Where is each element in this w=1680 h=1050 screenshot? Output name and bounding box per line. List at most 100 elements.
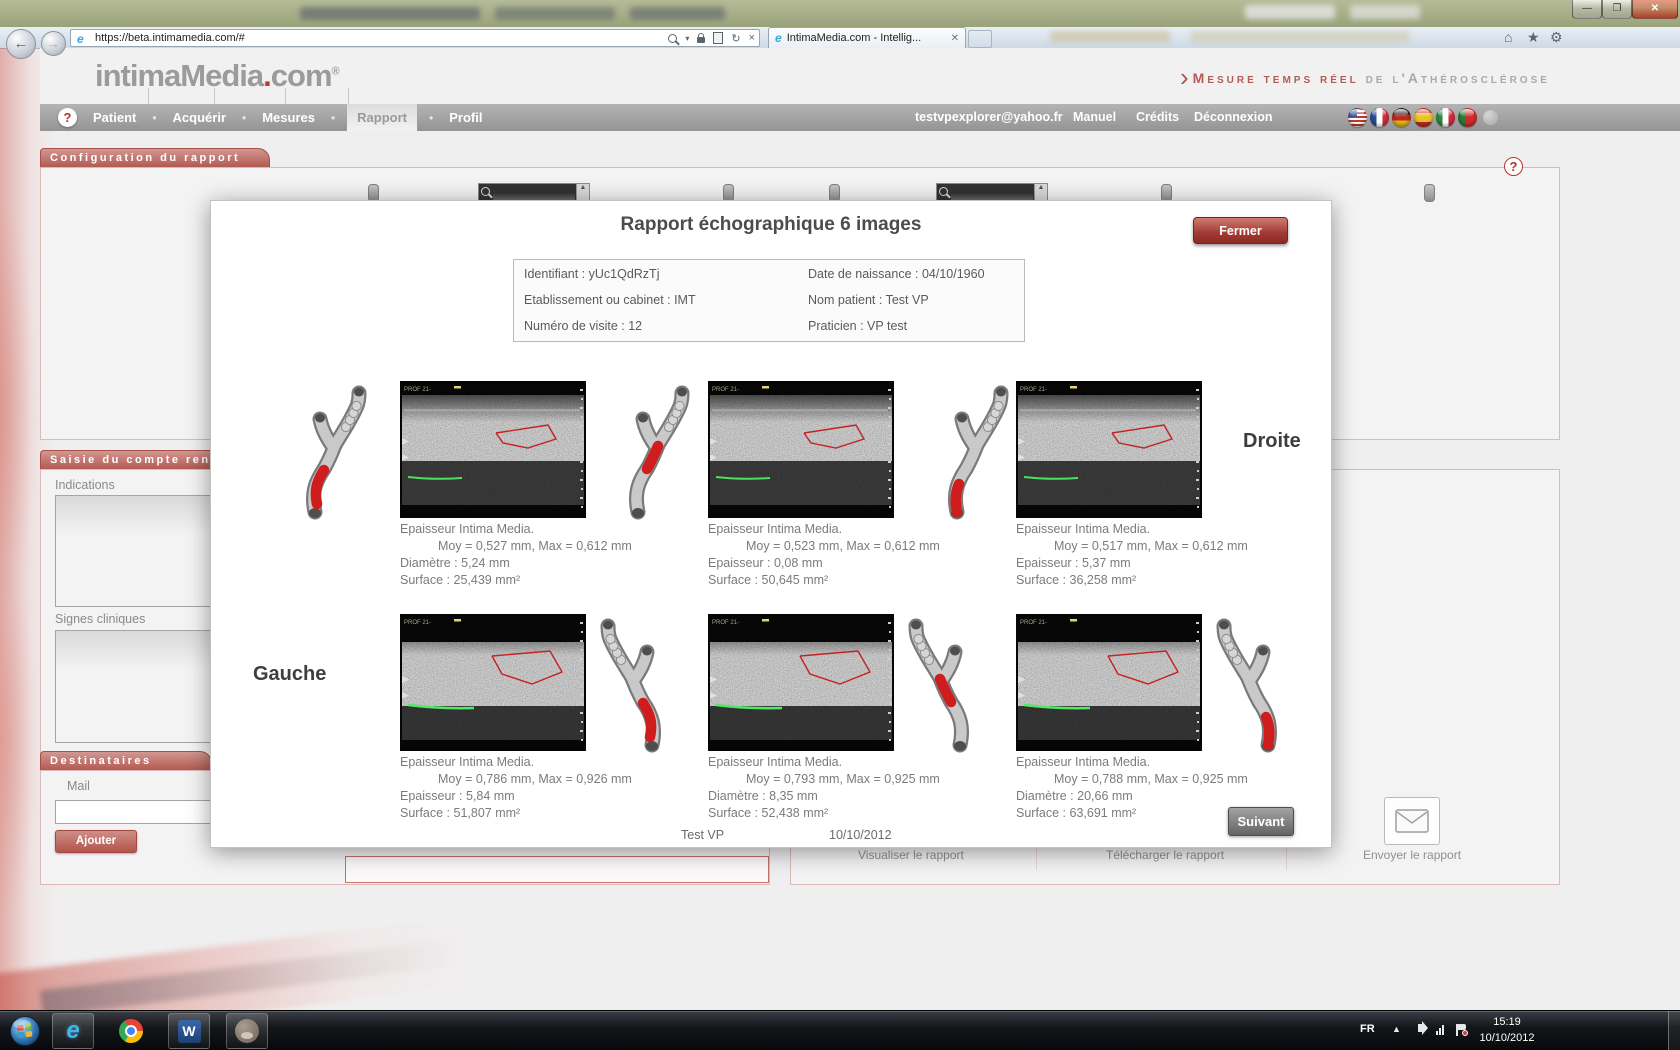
- indications-label: Indications: [55, 478, 115, 492]
- globe-icon[interactable]: [1483, 110, 1498, 125]
- url-text[interactable]: https://beta.intimamedia.com/#: [95, 32, 245, 44]
- measurement-surface: Surface : 50,645 mm²: [708, 572, 928, 589]
- favorites-star-icon[interactable]: ★: [1527, 30, 1540, 45]
- measurement-surface: Surface : 25,439 mm²: [400, 572, 620, 589]
- recipients-list-box[interactable]: [345, 856, 769, 883]
- magnifier-icon[interactable]: [939, 187, 948, 196]
- app-logo: intimaMedia.com®: [95, 58, 339, 94]
- browser-tab[interactable]: e IntimaMedia.com - Intellig... ✕: [768, 27, 966, 48]
- visualiser-rapport-action[interactable]: Visualiser le rapport: [858, 848, 964, 862]
- measurement-surface: Surface : 52,438 mm²: [708, 805, 928, 822]
- nav-tick: [285, 88, 286, 104]
- signes-cliniques-label: Signes cliniques: [55, 612, 145, 626]
- language-indicator[interactable]: FR: [1360, 1023, 1375, 1035]
- ultrasound-image[interactable]: [708, 614, 894, 751]
- nav-item-profil[interactable]: Profil: [445, 104, 486, 131]
- ultrasound-image[interactable]: [400, 614, 586, 751]
- search-icon[interactable]: [668, 34, 677, 43]
- measurement-title: Epaisseur Intima Media.: [708, 754, 928, 771]
- measurement-surface: Surface : 51,807 mm²: [400, 805, 620, 822]
- flag-it-icon[interactable]: [1436, 108, 1455, 127]
- envoyer-rapport-action[interactable]: Envoyer le rapport: [1363, 848, 1461, 862]
- restore-button[interactable]: ❐: [1602, 0, 1632, 19]
- nav-item-patient[interactable]: Patient: [89, 104, 140, 131]
- flag-fr-icon[interactable]: [1370, 108, 1389, 127]
- measurement-block: Epaisseur Intima Media. Moy = 0,788 mm, …: [1016, 754, 1236, 822]
- telecharger-rapport-action[interactable]: Télécharger le rapport: [1106, 848, 1224, 862]
- tab-close-icon[interactable]: ✕: [951, 33, 959, 44]
- home-icon[interactable]: ⌂: [1504, 30, 1512, 45]
- nav-item-credits[interactable]: Crédits: [1136, 104, 1179, 131]
- flag-pt-icon[interactable]: [1458, 108, 1477, 127]
- measurement-moy-max: Moy = 0,527 mm, Max = 0,612 mm: [400, 538, 620, 555]
- nav-item-manuel[interactable]: Manuel: [1073, 104, 1116, 131]
- tray-expand-icon[interactable]: ▲: [1392, 1024, 1401, 1034]
- taskbar: e W FR ▲ 15:19 10/10/2012: [0, 1010, 1680, 1050]
- flag-de-icon[interactable]: [1392, 108, 1411, 127]
- envoyer-rapport-button[interactable]: [1384, 797, 1440, 845]
- blurred-background-window: [1350, 5, 1420, 19]
- measurement-dim: Diamètre : 8,35 mm: [708, 788, 928, 805]
- modal-title: Rapport échographique 6 images: [211, 214, 1331, 236]
- forward-button[interactable]: →: [41, 31, 66, 56]
- flag-es-icon[interactable]: [1414, 108, 1433, 127]
- start-button[interactable]: [4, 1013, 46, 1049]
- magnifier-icon[interactable]: [481, 187, 490, 196]
- logo-tld: com: [271, 58, 332, 93]
- window-titlebar: — ❐ ✕: [0, 0, 1680, 27]
- taskbar-gimp-icon[interactable]: [226, 1013, 268, 1049]
- show-desktop-button[interactable]: [1668, 1011, 1680, 1050]
- nav-item-deconnexion[interactable]: Déconnexion: [1194, 104, 1273, 131]
- blurred-background-title: [630, 7, 725, 20]
- ultrasound-image[interactable]: [1016, 614, 1202, 751]
- tab-title[interactable]: IntimaMedia.com - Intellig...: [787, 32, 946, 44]
- page-help-icon[interactable]: ?: [1504, 157, 1523, 176]
- volume-icon[interactable]: [1412, 1024, 1423, 1032]
- ultrasound-image[interactable]: [708, 381, 894, 518]
- taskbar-ie-icon[interactable]: e: [52, 1013, 94, 1049]
- tools-gear-icon[interactable]: ⚙: [1550, 30, 1563, 45]
- network-icon[interactable]: [1436, 1025, 1444, 1035]
- suivant-button[interactable]: Suivant: [1228, 807, 1294, 836]
- measurement-block: Epaisseur Intima Media. Moy = 0,786 mm, …: [400, 754, 620, 822]
- taskbar-word-icon[interactable]: W: [168, 1013, 210, 1049]
- nav-item-mesures[interactable]: Mesures: [258, 104, 319, 131]
- ajouter-button[interactable]: Ajouter: [55, 830, 137, 853]
- nav-item-rapport[interactable]: Rapport: [347, 104, 417, 131]
- search-dropdown-icon[interactable]: ▾: [685, 34, 689, 43]
- probe-icon[interactable]: [1424, 184, 1435, 202]
- ultrasound-image[interactable]: [400, 381, 586, 518]
- close-button[interactable]: ✕: [1632, 0, 1678, 19]
- user-email: testvpexplorer@yahoo.fr: [915, 104, 1063, 131]
- artery-diagram: [943, 382, 1009, 520]
- blurred-background-menu: [1190, 31, 1410, 43]
- back-button[interactable]: ←: [6, 29, 36, 59]
- flag-us-icon[interactable]: [1348, 108, 1367, 127]
- tagline-red: Mesure temps réel: [1193, 70, 1359, 86]
- measurement-moy-max: Moy = 0,786 mm, Max = 0,926 mm: [400, 771, 620, 788]
- main-nav: ? Patient • Acquérir • Mesures • Rapport…: [40, 104, 1680, 131]
- refresh-icon[interactable]: ↻: [731, 32, 740, 45]
- address-bar[interactable]: e https://beta.intimamedia.com/# ▾ ↻ ×: [70, 29, 760, 47]
- measurement-dim: Epaisseur : 0,08 mm: [708, 555, 928, 572]
- compatibility-view-icon[interactable]: [713, 32, 723, 44]
- artery-diagram: [301, 382, 367, 520]
- artery-diagram: [600, 615, 666, 753]
- patient-etablissement: Etablissement ou cabinet : IMT: [524, 293, 696, 307]
- nav-help-icon[interactable]: ?: [58, 108, 77, 127]
- fermer-button[interactable]: Fermer: [1193, 217, 1288, 244]
- registered-mark: ®: [332, 66, 339, 78]
- lock-icon: [697, 37, 705, 43]
- minimize-button[interactable]: —: [1572, 0, 1602, 19]
- nav-item-acquerir[interactable]: Acquérir: [169, 104, 230, 131]
- taskbar-clock[interactable]: 15:19 10/10/2012: [1462, 1014, 1552, 1046]
- ie-favicon: e: [77, 32, 84, 46]
- patient-visite: Numéro de visite : 12: [524, 319, 642, 333]
- measurement-dim: Diamètre : 20,66 mm: [1016, 788, 1236, 805]
- new-tab-button[interactable]: [968, 30, 992, 48]
- nav-tick: [348, 88, 349, 104]
- stop-icon[interactable]: ×: [749, 32, 755, 44]
- ultrasound-image[interactable]: [1016, 381, 1202, 518]
- taskbar-chrome-icon[interactable]: [110, 1013, 152, 1049]
- artery-diagram: [1216, 615, 1282, 753]
